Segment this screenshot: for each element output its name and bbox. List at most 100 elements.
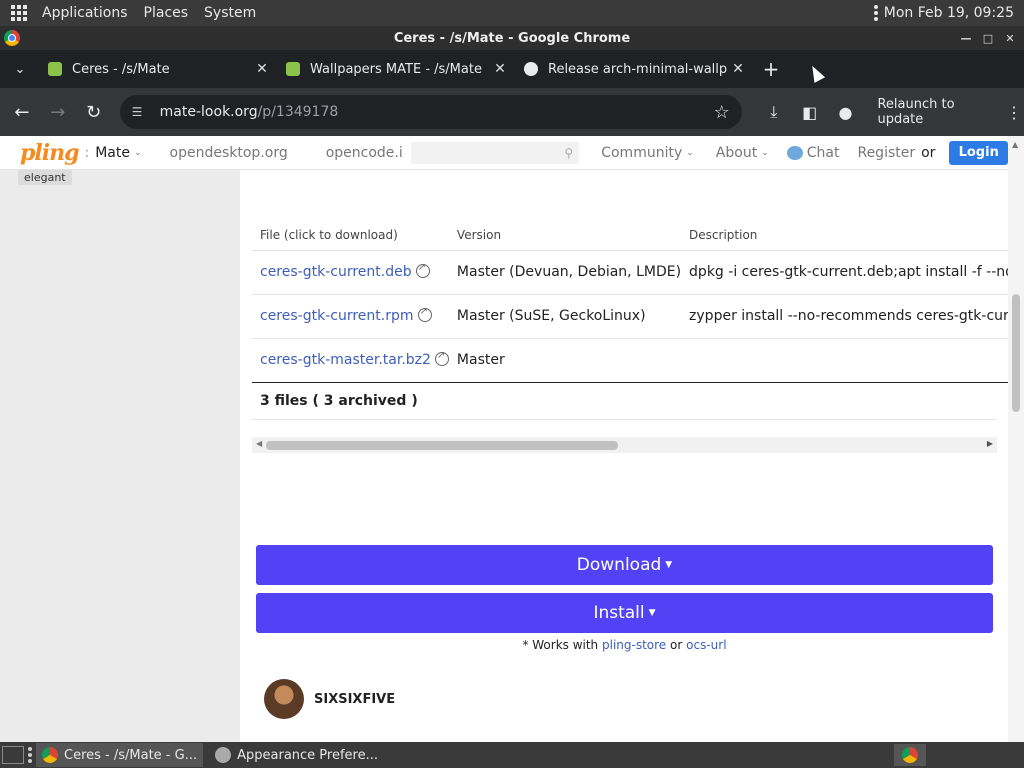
scrollbar-thumb[interactable] bbox=[1012, 294, 1020, 412]
tab-wallpapers[interactable]: Wallpapers MATE - /s/Mate ✕ bbox=[278, 50, 516, 88]
chevron-down-icon: ⌄ bbox=[133, 147, 142, 158]
new-tab-button[interactable]: + bbox=[754, 57, 788, 81]
works-with-note: * Works with pling-store or ocs-url bbox=[256, 638, 993, 652]
author-name[interactable]: SIXSIXFIVE bbox=[314, 692, 395, 707]
show-desktop-button[interactable] bbox=[2, 746, 24, 764]
forward-button[interactable]: → bbox=[40, 94, 76, 130]
apps-grid-icon[interactable] bbox=[10, 4, 28, 22]
external-link-icon[interactable] bbox=[415, 262, 430, 278]
task-appearance[interactable]: Appearance Prefere... bbox=[209, 743, 384, 767]
download-icon[interactable]: ⤓ bbox=[756, 94, 792, 130]
minimize-button[interactable]: — bbox=[958, 30, 974, 46]
download-button[interactable]: Download ▼ bbox=[256, 545, 993, 585]
or-text: or bbox=[921, 144, 936, 161]
vertical-scrollbar[interactable]: ▲ bbox=[1008, 136, 1024, 742]
tag-badge[interactable]: elegant bbox=[18, 170, 72, 185]
store-selector[interactable]: Mate bbox=[95, 145, 130, 161]
site-header: pling : Mate ⌄ opendesktop.org opencode.… bbox=[0, 136, 1008, 170]
scroll-left-icon[interactable]: ◀ bbox=[256, 439, 262, 448]
logo-separator: : bbox=[84, 144, 90, 161]
side-panel-icon[interactable]: ◧ bbox=[792, 94, 828, 130]
back-button[interactable]: ← bbox=[4, 94, 40, 130]
files-table: File (click to download) Version Descrip… bbox=[252, 220, 1024, 383]
link-opendesktop[interactable]: opendesktop.org bbox=[170, 145, 288, 161]
works-or: or bbox=[670, 638, 683, 652]
tab-label: Release arch-minimal-wallp bbox=[548, 61, 728, 77]
scroll-right-icon[interactable]: ▶ bbox=[987, 439, 993, 448]
login-button[interactable]: Login bbox=[949, 140, 1008, 165]
register-link[interactable]: Register bbox=[857, 145, 915, 161]
profile-icon[interactable]: ● bbox=[828, 94, 864, 130]
caret-down-icon: ▼ bbox=[665, 560, 673, 570]
search-icon[interactable]: ⚲ bbox=[564, 146, 573, 160]
file-description: dpkg -i ceres-gtk-current.deb;apt instal… bbox=[681, 250, 1024, 295]
close-window-button[interactable]: ✕ bbox=[1002, 30, 1018, 46]
appearance-icon bbox=[215, 747, 232, 763]
chrome-icon bbox=[42, 747, 58, 763]
avatar[interactable] bbox=[264, 679, 304, 719]
install-button[interactable]: Install ▼ bbox=[256, 593, 993, 633]
pling-logo[interactable]: pling bbox=[20, 140, 79, 166]
caret-down-icon: ▼ bbox=[648, 608, 656, 618]
external-link-icon[interactable] bbox=[417, 306, 432, 322]
reload-button[interactable]: ↻ bbox=[76, 94, 112, 130]
address-bar[interactable]: ☰ mate-look.org/p/1349178 ☆ bbox=[119, 95, 742, 129]
chrome-icon[interactable] bbox=[4, 30, 20, 46]
ocs-url-link[interactable]: ocs-url bbox=[686, 638, 726, 652]
github-icon bbox=[524, 62, 538, 76]
pling-favicon-icon bbox=[286, 62, 300, 76]
tab-ceres[interactable]: Ceres - /s/Mate ✕ bbox=[40, 50, 278, 88]
link-opencode[interactable]: opencode.i bbox=[326, 145, 403, 161]
menu-system[interactable]: System bbox=[196, 5, 264, 21]
maximize-button[interactable]: □ bbox=[980, 30, 996, 46]
file-link[interactable]: ceres-gtk-current.deb bbox=[260, 264, 412, 280]
tab-release[interactable]: Release arch-minimal-wallp ✕ bbox=[516, 50, 754, 88]
tab-close-icon[interactable]: ✕ bbox=[254, 61, 270, 77]
url-host: mate-look.org bbox=[159, 104, 258, 120]
install-label: Install bbox=[593, 603, 645, 623]
file-version: Master (SuSE, GeckoLinux) bbox=[448, 294, 682, 339]
tab-close-icon[interactable]: ✕ bbox=[492, 61, 508, 77]
pling-store-link[interactable]: pling-store bbox=[602, 638, 666, 652]
site-search-input[interactable]: ⚲ bbox=[410, 141, 580, 164]
tab-strip: ⌄ Ceres - /s/Mate ✕ Wallpapers MATE - /s… bbox=[0, 50, 1024, 88]
chat-icon bbox=[786, 145, 803, 160]
horizontal-scrollbar[interactable]: ◀ ▶ bbox=[252, 437, 997, 453]
chrome-icon bbox=[902, 747, 918, 763]
header-version: Version bbox=[448, 220, 682, 251]
task-chrome[interactable]: Ceres - /s/Mate - G... bbox=[36, 743, 204, 767]
window-titlebar: Ceres - /s/Mate - Google Chrome — □ ✕ bbox=[0, 26, 1024, 50]
external-link-icon[interactable] bbox=[434, 350, 449, 366]
menu-applications[interactable]: Applications bbox=[34, 5, 136, 21]
menu-more-icon[interactable]: ⋮ bbox=[1004, 103, 1024, 122]
table-row: ceres-gtk-current.deb Master (Devuan, De… bbox=[252, 250, 1024, 295]
window-title: Ceres - /s/Mate - Google Chrome bbox=[393, 30, 631, 46]
nav-about[interactable]: About bbox=[716, 145, 757, 161]
tab-search-chevron-icon[interactable]: ⌄ bbox=[0, 50, 40, 88]
bottom-taskbar: Ceres - /s/Mate - G... Appearance Prefer… bbox=[0, 742, 1024, 768]
scrollbar-thumb[interactable] bbox=[266, 441, 618, 450]
panel-handle-icon bbox=[28, 747, 32, 763]
workspace-switcher[interactable] bbox=[894, 744, 926, 766]
files-summary: 3 files ( 3 archived ) bbox=[252, 382, 997, 420]
file-description: zypper install --no-recommends ceres-gtk… bbox=[681, 294, 1024, 339]
tab-close-icon[interactable]: ✕ bbox=[730, 61, 746, 77]
bookmark-star-icon[interactable]: ☆ bbox=[714, 102, 730, 123]
nav-community[interactable]: Community bbox=[601, 145, 682, 161]
file-description bbox=[681, 338, 1024, 383]
clock[interactable]: Mon Feb 19, 09:25 bbox=[884, 5, 1014, 21]
tab-label: Wallpapers MATE - /s/Mate bbox=[310, 61, 482, 77]
task-label: Appearance Prefere... bbox=[237, 747, 378, 763]
task-label: Ceres - /s/Mate - G... bbox=[64, 747, 198, 763]
file-link[interactable]: ceres-gtk-master.tar.bz2 bbox=[260, 352, 431, 368]
left-column: elegant bbox=[0, 170, 240, 742]
table-row: ceres-gtk-master.tar.bz2 Master bbox=[252, 338, 1024, 383]
pling-favicon-icon bbox=[48, 62, 62, 76]
file-link[interactable]: ceres-gtk-current.rpm bbox=[260, 308, 414, 324]
site-info-icon[interactable]: ☰ bbox=[132, 105, 148, 119]
scroll-up-icon[interactable]: ▲ bbox=[1012, 140, 1018, 149]
menu-places[interactable]: Places bbox=[136, 5, 197, 21]
chat-link[interactable]: Chat bbox=[786, 145, 839, 161]
header-file: File (click to download) bbox=[252, 220, 449, 251]
relaunch-button[interactable]: Relaunch to update bbox=[877, 97, 1004, 127]
